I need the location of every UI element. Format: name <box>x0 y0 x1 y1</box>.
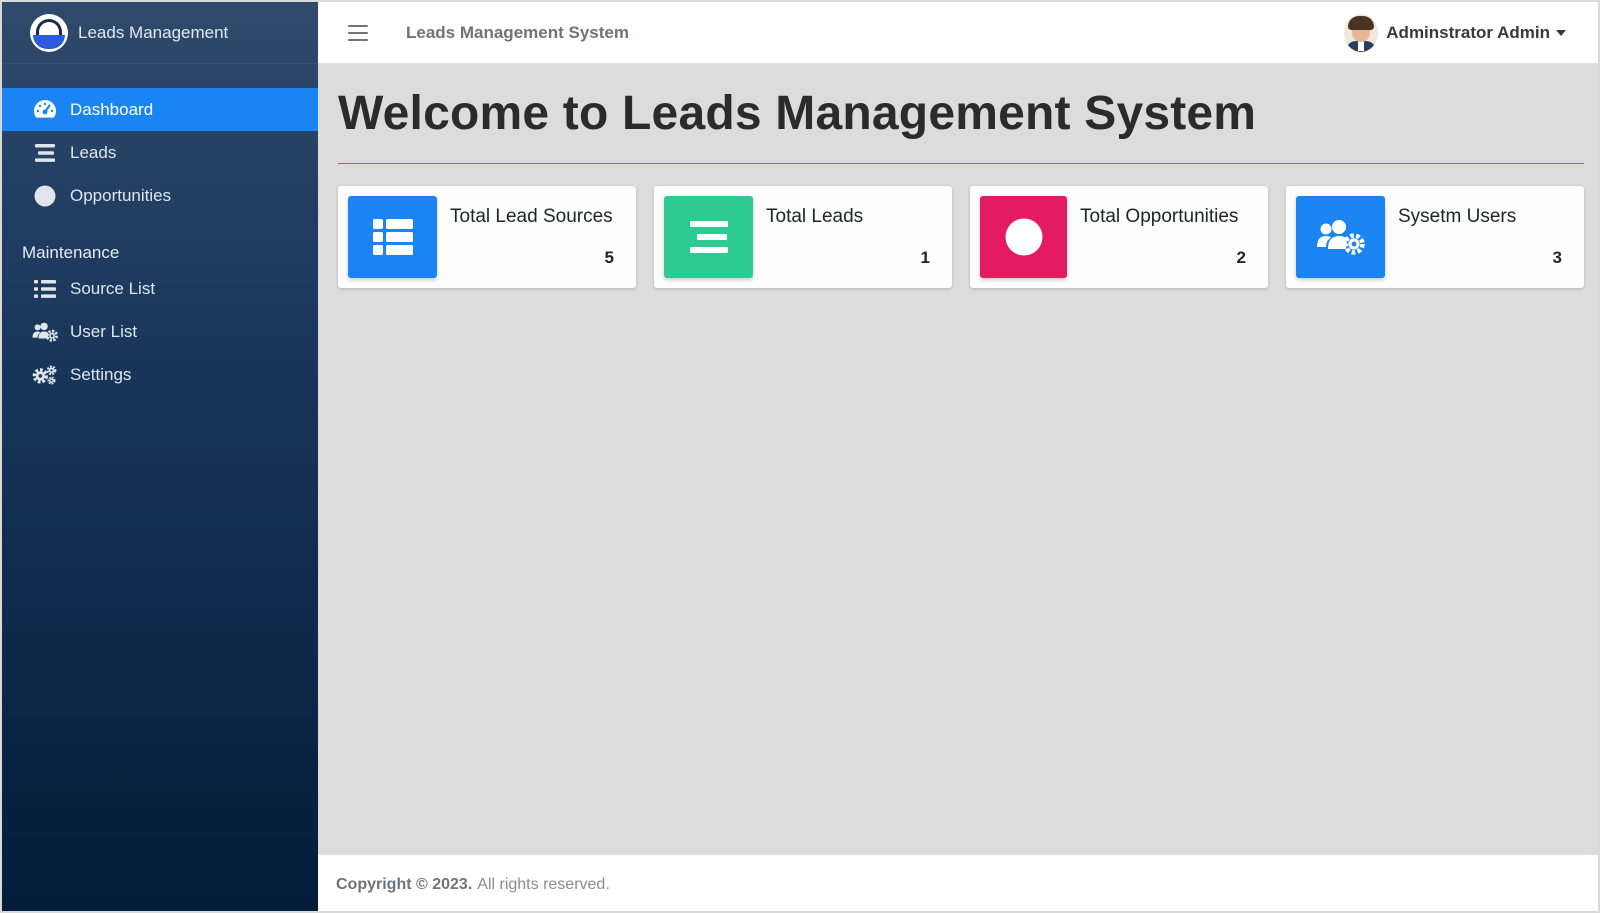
stat-card-value: 5 <box>604 248 614 267</box>
stat-card-lead-sources: Total Lead Sources 5 <box>338 186 636 288</box>
stat-card-users: Sysetm Users 3 <box>1286 186 1584 288</box>
footer-rights: All rights reserved. <box>477 876 610 893</box>
brand-logo-icon <box>30 13 68 52</box>
menu-toggle-icon[interactable] <box>348 24 368 41</box>
footer-copyright: Copyright © 2023. <box>336 876 473 893</box>
cogs-icon <box>32 362 58 388</box>
sidebar-item-source-list[interactable]: Source List <box>2 267 318 310</box>
page-title: Welcome to Leads Management System <box>338 87 1257 140</box>
sidebar-item-label: Dashboard <box>70 99 154 119</box>
navbar-title[interactable]: Leads Management System <box>406 23 629 43</box>
sidebar-item-label: Settings <box>70 364 132 384</box>
brand-name: Leads Management <box>78 22 229 42</box>
circle-icon <box>32 183 58 209</box>
sidebar-item-label: Opportunities <box>70 185 172 205</box>
sidebar-section-header: Maintenance <box>22 243 120 262</box>
stat-card-opportunities: Total Opportunities 2 <box>970 186 1268 288</box>
avatar <box>1344 14 1379 52</box>
stat-card-value: 2 <box>1236 248 1246 267</box>
sidebar-item-opportunities[interactable]: Opportunities <box>2 174 318 217</box>
circle-icon <box>980 196 1067 278</box>
stat-card-label: Total Lead Sources <box>450 206 613 227</box>
caret-down-icon <box>1556 30 1566 36</box>
main-content: Welcome to Leads Management System Total… <box>318 64 1598 854</box>
dashboard-icon <box>32 97 58 123</box>
bars-icon <box>664 196 753 278</box>
brand-link[interactable]: Leads Management <box>2 2 318 64</box>
bars-icon <box>32 140 58 166</box>
user-name: Adminstrator Admin <box>1386 23 1550 42</box>
sidebar-nav: Dashboard Leads Opportunities Maintenanc… <box>2 88 318 396</box>
users-cog-icon <box>32 319 58 345</box>
stat-cards: Total Lead Sources 5 Total Leads 1 Total… <box>338 186 1584 288</box>
stat-card-value: 3 <box>1552 248 1562 267</box>
sidebar-item-leads[interactable]: Leads <box>2 131 318 174</box>
sidebar-item-settings[interactable]: Settings <box>2 353 318 396</box>
sidebar-item-label: Leads <box>70 142 117 162</box>
stat-card-label: Sysetm Users <box>1398 206 1517 227</box>
sidebar-item-dashboard[interactable]: Dashboard <box>2 88 318 131</box>
stat-card-value: 1 <box>920 248 930 267</box>
th-list-icon <box>348 196 437 278</box>
sidebar-item-user-list[interactable]: User List <box>2 310 318 353</box>
title-divider <box>338 163 1584 164</box>
stat-card-label: Total Leads <box>766 206 864 227</box>
sidebar-item-label: Source List <box>70 278 156 298</box>
list-icon <box>32 276 58 302</box>
sidebar-item-label: User List <box>70 321 138 341</box>
stat-card-label: Total Opportunities <box>1080 206 1239 227</box>
app-window: Leads Management Dashboard Leads Opportu… <box>0 0 1600 913</box>
users-cog-icon <box>1296 196 1385 278</box>
page-footer: Copyright © 2023. All rights reserved. <box>318 854 1598 911</box>
sidebar: Leads Management Dashboard Leads Opportu… <box>2 2 318 911</box>
stat-card-leads: Total Leads 1 <box>654 186 952 288</box>
top-navbar: Leads Management System Adminstrator Adm… <box>318 2 1598 64</box>
user-menu-dropdown[interactable]: Adminstrator Admin <box>1344 14 1566 52</box>
